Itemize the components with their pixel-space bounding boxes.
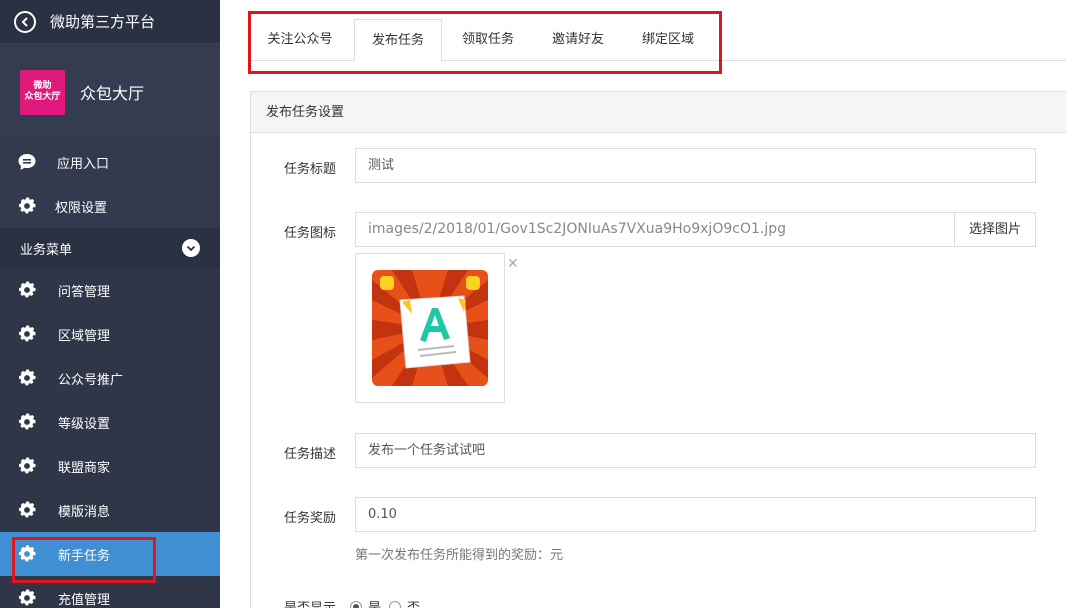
show-yes-label: 是 [368, 597, 381, 608]
sidebar-item-app-entry[interactable]: 应用入口 [0, 140, 220, 184]
show-yes-radio[interactable] [350, 600, 363, 608]
choose-image-button[interactable]: 选择图片 [954, 212, 1036, 247]
highlight-box-tabs [248, 11, 722, 74]
gear-icon [17, 368, 37, 388]
sidebar-item-label: 联盟商家 [58, 460, 111, 476]
gear-icon [17, 588, 37, 608]
sidebar-item-label: 区域管理 [58, 328, 111, 344]
platform-title: 微助第三方平台 [50, 13, 156, 31]
sidebar-item-label: 模版消息 [58, 504, 111, 520]
highlight-box-sidebar [12, 537, 156, 583]
business-menu-header[interactable]: 业务菜单 [0, 228, 220, 268]
app-block: 微助 众包大厅 众包大厅 [0, 44, 220, 140]
logo-text-line2: 众包大厅 [24, 92, 61, 102]
task-desc-input[interactable]: 发布一个任务试试吧 [355, 433, 1036, 468]
gear-icon [17, 324, 37, 344]
show-toggle-row: 是否显示 是 否 [284, 597, 420, 608]
sidebar-item-label: 公众号推广 [58, 372, 124, 388]
sidebar-item-label: 等级设置 [58, 416, 111, 432]
sidebar-sub-item[interactable]: 问答管理 [0, 268, 220, 312]
task-reward-input[interactable]: 0.10 [355, 497, 1036, 532]
gear-icon [17, 412, 37, 432]
chevron-down-icon [182, 239, 200, 257]
sidebar: 微助第三方平台 微助 众包大厅 众包大厅 应用入口 权限设置 业务菜单 问答管理… [0, 0, 220, 608]
show-no-label: 否 [407, 597, 420, 608]
task-title-input[interactable]: 测试 [355, 148, 1036, 183]
remove-image-icon[interactable]: ✕ [507, 256, 519, 272]
gear-icon [17, 456, 37, 476]
task-icon-label: 任务图标 [284, 226, 337, 241]
sidebar-item-label: 问答管理 [58, 284, 111, 300]
sidebar-item-label: 权限设置 [55, 200, 108, 216]
sidebar-sub-item[interactable]: 等级设置 [0, 400, 220, 444]
task-reward-label: 任务奖励 [284, 511, 337, 526]
sidebar-sub-item[interactable]: 公众号推广 [0, 356, 220, 400]
task-icon-path-input[interactable]: images/2/2018/01/Gov1Sc2JONIuAs7VXua9Ho9… [355, 212, 955, 247]
gear-icon [17, 500, 37, 520]
sidebar-sub-item[interactable]: 区域管理 [0, 312, 220, 356]
gear-icon [17, 280, 37, 300]
sidebar-sub-item[interactable]: 联盟商家 [0, 444, 220, 488]
sidebar-header: 微助第三方平台 [0, 0, 220, 44]
app-logo: 微助 众包大厅 [20, 69, 65, 115]
task-desc-label: 任务描述 [284, 447, 337, 462]
gear-icon [17, 196, 37, 216]
chevron-left-icon [21, 16, 28, 27]
sidebar-item-label: 充值管理 [58, 592, 111, 608]
task-icon-image [372, 270, 488, 386]
back-button[interactable] [14, 10, 36, 33]
sidebar-item-label: 应用入口 [57, 156, 110, 172]
task-title-label: 任务标题 [284, 162, 337, 177]
logo-text-line1: 微助 [33, 81, 52, 91]
sidebar-sub-item[interactable]: 模版消息 [0, 488, 220, 532]
reward-help-text: 第一次发布任务所能得到的奖励：元 [355, 548, 564, 563]
app-name: 众包大厅 [80, 84, 145, 103]
chat-icon [17, 152, 37, 172]
task-icon-preview [355, 253, 505, 403]
main-content: 关注公众号 发布任务 领取任务 邀请好友 绑定区域 发布任务设置 任务标题 测试… [220, 0, 1066, 608]
show-no-radio[interactable] [389, 600, 402, 608]
sidebar-item-permissions[interactable]: 权限设置 [0, 184, 220, 228]
section-title: 业务菜单 [20, 242, 73, 258]
show-label: 是否显示 [284, 597, 336, 608]
panel-title: 发布任务设置 [251, 92, 1066, 133]
